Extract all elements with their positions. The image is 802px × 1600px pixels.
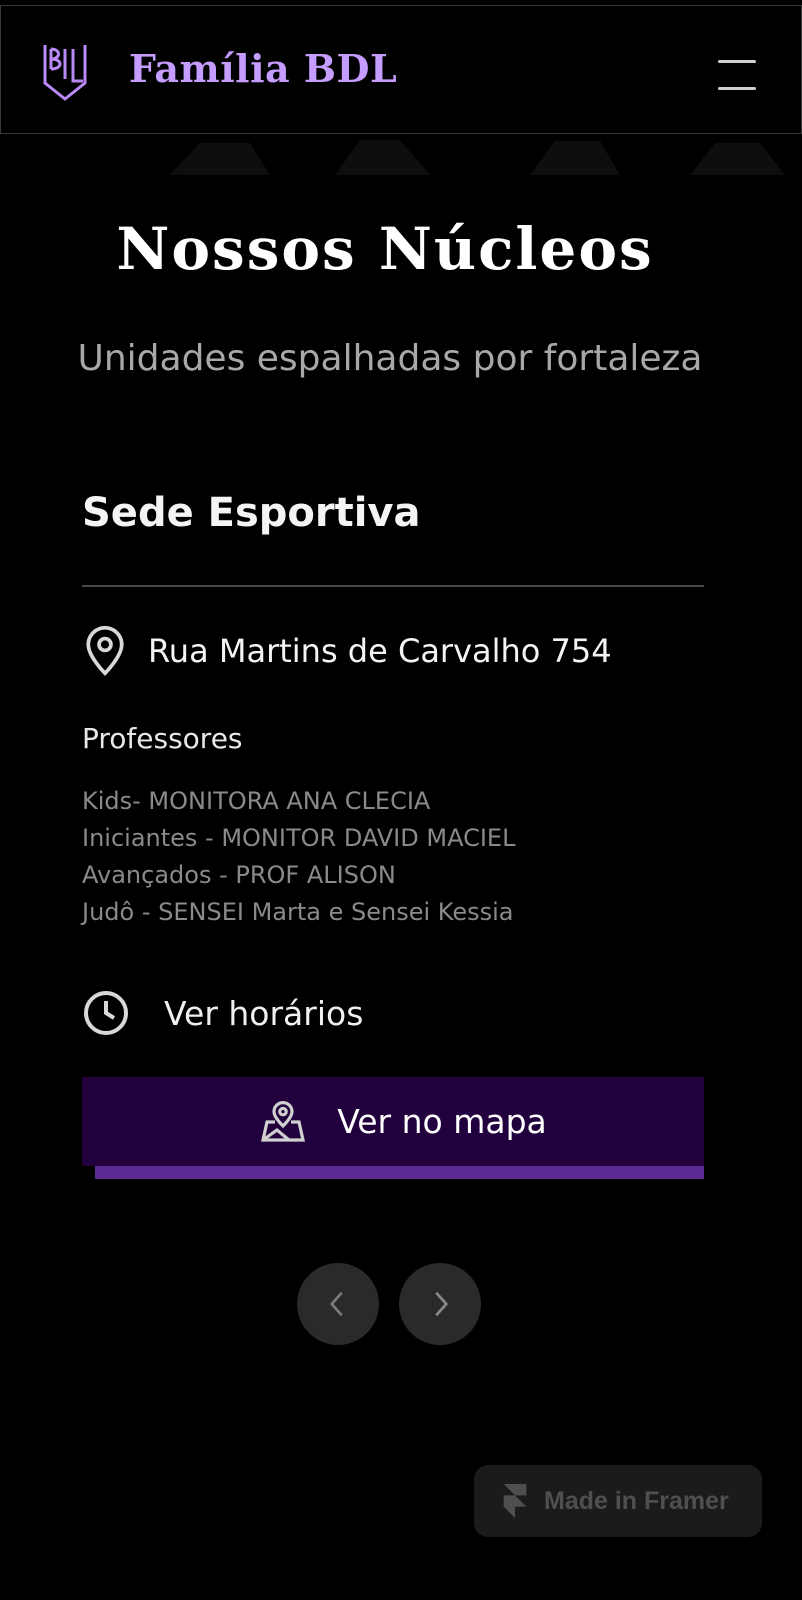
list-item: Avançados - PROF ALISON [82, 861, 396, 889]
view-hours-label: Ver horários [164, 993, 364, 1033]
page-title: Nossos Núcleos [116, 215, 654, 283]
badge-label: Made in Framer [544, 1486, 729, 1515]
address-text: Rua Martins de Carvalho 754 [148, 632, 612, 670]
teachers-list: Kids- MONITORA ANA CLECIA Iniciantes - M… [82, 783, 515, 931]
navbar: Família BDL [0, 5, 802, 134]
made-in-framer-badge[interactable]: Made in Framer [474, 1465, 762, 1537]
view-hours-link[interactable]: Ver horários [82, 986, 363, 1040]
view-on-map-button[interactable]: Ver no mapa [82, 1077, 704, 1166]
chevron-left-icon [329, 1291, 343, 1317]
map-location-icon [261, 1100, 306, 1142]
background-decoration [170, 140, 785, 175]
list-item: Iniciantes - MONITOR DAVID MACIEL [82, 824, 516, 852]
map-pin-icon [86, 625, 124, 676]
teachers-label: Professores [82, 722, 243, 755]
framer-icon [503, 1484, 527, 1518]
list-item: Kids- MONITORA ANA CLECIA [82, 787, 431, 815]
list-item: Judô - SENSEI Marta e Sensei Kessia [82, 898, 514, 926]
logo-icon[interactable] [41, 39, 89, 103]
menu-button[interactable] [715, 58, 759, 94]
previous-button[interactable] [297, 1263, 379, 1345]
location-title: Sede Esportiva [82, 490, 421, 536]
page-subtitle: Unidades espalhadas por fortaleza [77, 338, 703, 379]
chevron-right-icon [435, 1291, 449, 1317]
clock-icon [84, 991, 128, 1035]
carousel-controls [297, 1263, 481, 1345]
address-row: Rua Martins de Carvalho 754 [82, 624, 612, 678]
brand-name[interactable]: Família BDL [129, 46, 397, 91]
hamburger-menu-icon [718, 60, 756, 63]
view-on-map-label: Ver no mapa [337, 1102, 547, 1141]
divider [82, 585, 704, 587]
hamburger-menu-icon [718, 87, 756, 90]
next-button[interactable] [399, 1263, 481, 1345]
